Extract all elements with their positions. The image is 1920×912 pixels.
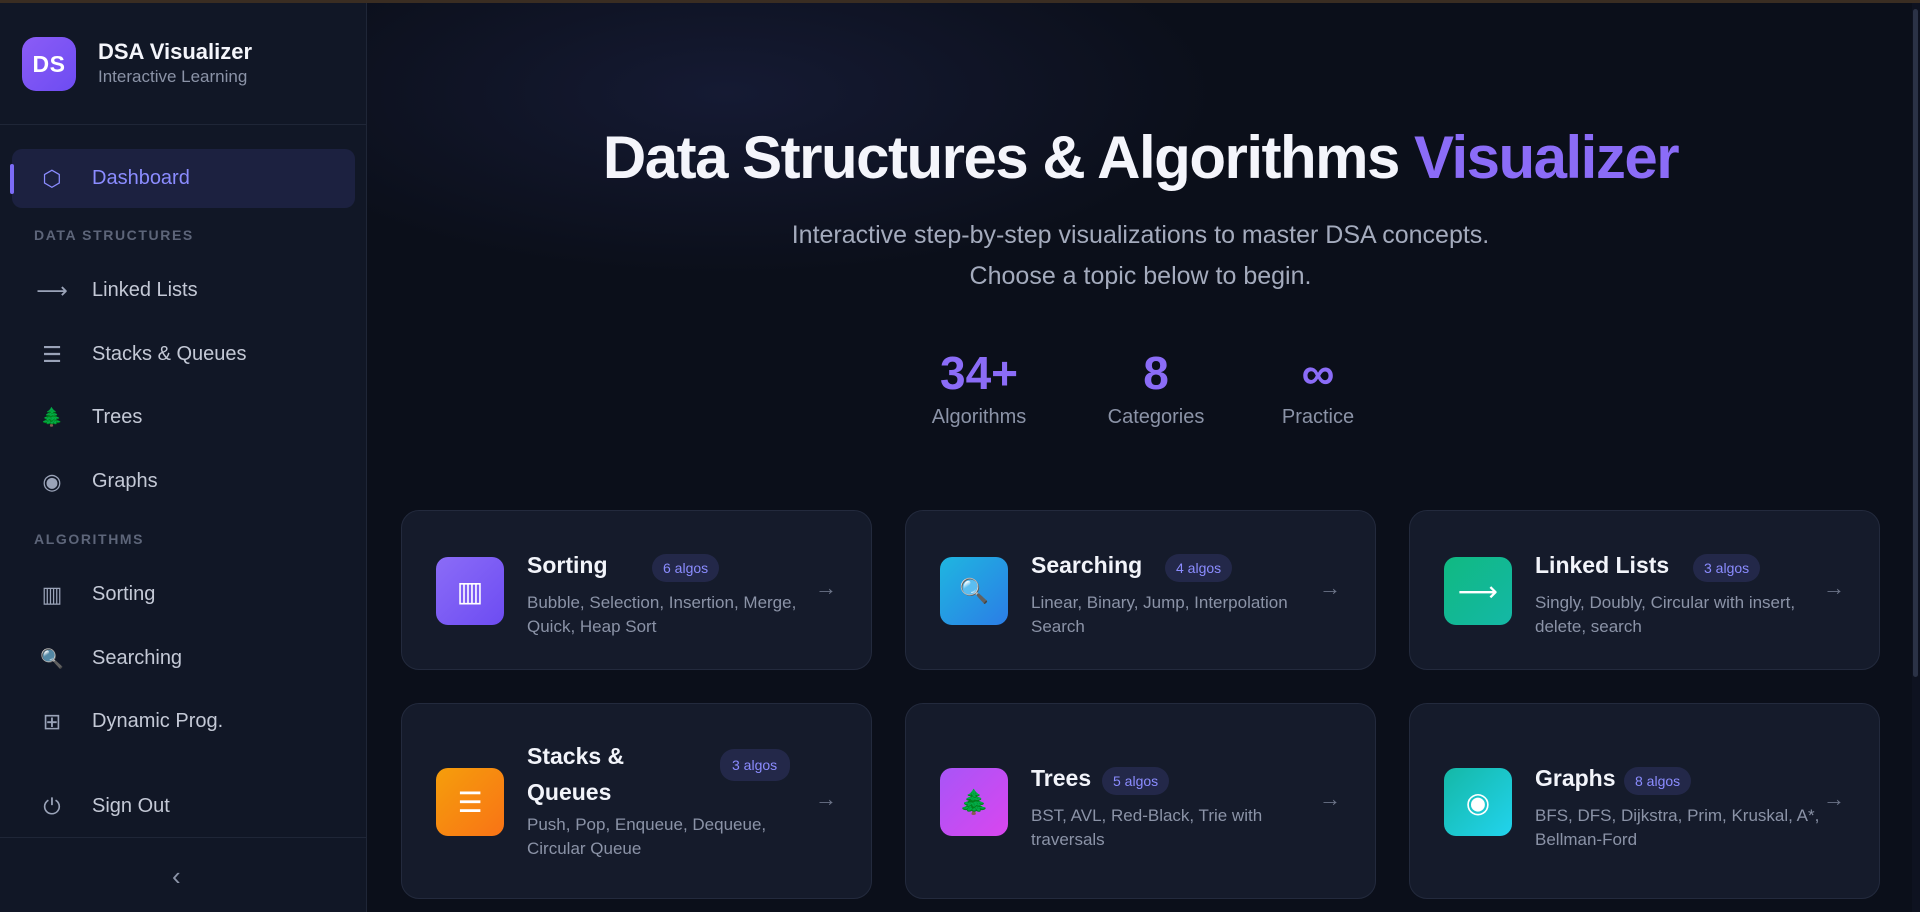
main-content: Data Structures & Algorithms Visualizer … bbox=[367, 3, 1920, 912]
sidebar-divider bbox=[0, 124, 366, 125]
bars-icon: ▥ bbox=[436, 557, 504, 625]
scrollbar-thumb[interactable] bbox=[1913, 9, 1918, 677]
topic-card-graphs[interactable]: ◉ Graphs 8 algos BFS, DFS, Dijkstra, Pri… bbox=[1409, 703, 1880, 899]
radio-dot-icon: ◉ bbox=[1444, 768, 1512, 836]
sidebar-item-searching[interactable]: 🔍 Searching bbox=[12, 629, 355, 688]
window-top-border bbox=[0, 0, 1920, 3]
title-main: Data Structures & Algorithms bbox=[602, 124, 1415, 191]
arrow-right-icon: → bbox=[1319, 575, 1341, 600]
stat-label: Categories bbox=[1107, 406, 1205, 428]
card-badge: 6 algos bbox=[652, 554, 720, 582]
page-title: Data Structures & Algorithms Visualizer bbox=[367, 123, 1914, 192]
tree-icon: 🌲 bbox=[940, 768, 1008, 836]
stat-label: Practice bbox=[1281, 406, 1355, 428]
stat-value: ∞ bbox=[1301, 347, 1335, 399]
sidebar-item-label: Dashboard bbox=[92, 167, 190, 189]
arrow-right-icon: → bbox=[1823, 575, 1845, 600]
bars-icon: ▥ bbox=[41, 581, 63, 607]
menu-lines-icon: ☰ bbox=[42, 341, 62, 367]
brand[interactable]: DS DSA Visualizer Interactive Learning bbox=[22, 37, 252, 91]
sidebar-item-label: Stacks & Queues bbox=[92, 343, 247, 365]
arrow-right-icon: ⟶ bbox=[1444, 557, 1512, 625]
radio-dot-icon: ◉ bbox=[42, 468, 62, 494]
card-title: Linked Lists bbox=[1535, 552, 1670, 578]
tree-icon: 🌲 bbox=[40, 407, 64, 427]
card-description: BST, AVL, Red-Black, Trie with traversal… bbox=[1031, 806, 1263, 849]
menu-lines-icon: ☰ bbox=[436, 768, 504, 836]
stat-value: 8 bbox=[1143, 347, 1169, 399]
sidebar-item-graphs[interactable]: ◉ Graphs bbox=[12, 452, 355, 511]
card-description: Linear, Binary, Jump, Interpolation Sear… bbox=[1031, 593, 1288, 636]
main-scrollbar[interactable] bbox=[1912, 3, 1920, 912]
sidebar-item-dashboard[interactable]: ⬡ Dashboard bbox=[10, 149, 355, 208]
topic-card-stacks-queues[interactable]: ☰ Stacks & Queues 3 algos Push, Pop, Enq… bbox=[401, 703, 872, 899]
card-description: Push, Pop, Enqueue, Dequeue, Circular Qu… bbox=[527, 815, 767, 858]
sidebar-item-label: Trees bbox=[92, 406, 143, 428]
arrow-right-icon: → bbox=[1823, 786, 1845, 811]
card-badge: 3 algos bbox=[720, 749, 790, 781]
stat-practice: ∞ Practice bbox=[1270, 346, 1366, 429]
sidebar-item-stacks-queues[interactable]: ☰ Stacks & Queues bbox=[12, 325, 355, 384]
title-accent: Visualizer bbox=[1414, 124, 1680, 191]
topic-card-linked-lists[interactable]: ⟶ Linked Lists 3 algos Singly, Doubly, C… bbox=[1409, 510, 1880, 670]
arrow-right-icon: → bbox=[815, 575, 837, 600]
section-label-data-structures: DATA STRUCTURES bbox=[34, 227, 194, 243]
subtitle-line-1: Interactive step-by-step visualizations … bbox=[791, 221, 1490, 249]
sidebar-item-label: Searching bbox=[92, 647, 183, 669]
topic-card-searching[interactable]: 🔍 Searching 4 algos Linear, Binary, Jump… bbox=[905, 510, 1376, 670]
sign-out-button[interactable]: ⏻ Sign Out bbox=[12, 777, 355, 836]
card-title: Trees bbox=[1031, 765, 1092, 791]
section-label-algorithms: ALGORITHMS bbox=[34, 531, 145, 547]
hexagon-icon: ⬡ bbox=[42, 165, 62, 191]
sidebar-item-label: Dynamic Prog. bbox=[92, 710, 224, 732]
magnifier-icon: 🔍 bbox=[40, 648, 64, 670]
sidebar-item-linked-lists[interactable]: ⟶ Linked Lists bbox=[12, 261, 355, 320]
card-badge: 3 algos bbox=[1693, 554, 1761, 582]
stats-row: 34+ Algorithms 8 Categories ∞ Practice bbox=[367, 346, 1914, 446]
stat-categories: 8 Categories bbox=[1096, 346, 1216, 429]
card-badge: 4 algos bbox=[1165, 554, 1233, 582]
arrow-right-icon: ⟶ bbox=[36, 277, 68, 303]
card-title: Sorting bbox=[527, 552, 608, 578]
card-badge: 8 algos bbox=[1624, 767, 1692, 795]
sidebar-bottom-divider bbox=[0, 837, 366, 838]
subtitle-line-2: Choose a topic below to begin. bbox=[969, 262, 1312, 290]
card-badge: 5 algos bbox=[1102, 767, 1170, 795]
arrow-right-icon: → bbox=[1319, 786, 1341, 811]
sidebar-item-label: Graphs bbox=[92, 470, 158, 492]
card-title: Graphs bbox=[1535, 765, 1616, 791]
topic-card-sorting[interactable]: ▥ Sorting 6 algos Bubble, Selection, Ins… bbox=[401, 510, 872, 670]
sign-out-label: Sign Out bbox=[92, 795, 170, 817]
sidebar-item-sorting[interactable]: ▥ Sorting bbox=[12, 565, 355, 624]
grid-icon: ⊞ bbox=[42, 708, 62, 734]
card-description: BFS, DFS, Dijkstra, Prim, Kruskal, A*, B… bbox=[1535, 806, 1820, 849]
magnifier-icon: 🔍 bbox=[940, 557, 1008, 625]
brand-logo: DS bbox=[22, 37, 76, 91]
brand-subtitle: Interactive Learning bbox=[98, 67, 248, 86]
page-subtitle: Interactive step-by-step visualizations … bbox=[367, 215, 1914, 297]
sidebar-item-trees[interactable]: 🌲 Trees bbox=[12, 388, 355, 447]
card-description: Singly, Doubly, Circular with insert, de… bbox=[1535, 593, 1796, 636]
brand-title: DSA Visualizer bbox=[98, 39, 253, 64]
topic-card-trees[interactable]: 🌲 Trees 5 algos BST, AVL, Red-Black, Tri… bbox=[905, 703, 1376, 899]
stat-algorithms: 34+ Algorithms bbox=[924, 346, 1034, 429]
active-indicator bbox=[10, 164, 14, 194]
card-description: Bubble, Selection, Insertion, Merge, Qui… bbox=[527, 593, 797, 636]
sidebar-item-label: Linked Lists bbox=[92, 279, 198, 301]
stat-label: Algorithms bbox=[931, 406, 1027, 428]
stat-value: 34+ bbox=[939, 347, 1019, 399]
card-title: Searching bbox=[1031, 552, 1143, 578]
sidebar: DS DSA Visualizer Interactive Learning ⬡… bbox=[0, 3, 367, 912]
power-icon: ⏻ bbox=[43, 793, 61, 819]
sidebar-item-label: Sorting bbox=[92, 583, 156, 605]
card-title: Stacks & Queues bbox=[527, 743, 625, 805]
sidebar-item-dynamic-programming[interactable]: ⊞ Dynamic Prog. bbox=[12, 692, 355, 751]
collapse-sidebar-chevron-icon[interactable]: ‹ bbox=[172, 861, 181, 892]
arrow-right-icon: → bbox=[815, 786, 837, 811]
